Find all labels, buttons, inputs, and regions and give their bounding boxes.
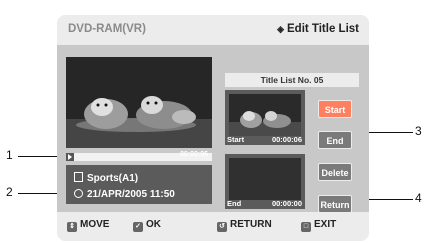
ok-hint: ✓ OK	[133, 219, 161, 232]
return-hint: ↺ RETURN	[217, 219, 272, 232]
date-time-row: 21/APR/2005 11:50	[74, 189, 175, 201]
clock-icon	[74, 189, 83, 198]
exit-label: EXIT	[314, 219, 337, 230]
title-info-box: Sports(A1) 21/APR/2005 11:50	[66, 165, 212, 204]
start-button[interactable]: Start	[318, 100, 352, 118]
return-button[interactable]: Return	[318, 195, 352, 213]
move-hint: ⇕ MOVE	[67, 219, 109, 232]
title-name-row: Sports(A1)	[74, 172, 138, 184]
callout-3: 3	[415, 124, 422, 138]
screen-body: 00:00:06 Sports(A1) 21/APR/2005 11:50 Ti…	[57, 45, 369, 213]
return-icon: ↺	[217, 222, 227, 232]
screen-title: ◈ Edit Title List	[277, 23, 359, 35]
callout-1: 1	[6, 148, 13, 162]
callout-4: 4	[415, 191, 422, 205]
disc-type-label: DVD-RAM(VR)	[68, 23, 146, 35]
title-list-number: Title List No. 05	[225, 73, 359, 87]
play-icon	[66, 153, 74, 161]
screen-header: DVD-RAM(VR) ◈ Edit Title List	[57, 15, 369, 45]
exit-hint: □ EXIT	[301, 219, 336, 232]
ok-label: OK	[146, 219, 161, 230]
otters-image	[66, 57, 212, 148]
end-thumbnail-box: End 00:00:00	[225, 154, 305, 209]
date-time: 21/APR/2005 11:50	[87, 189, 175, 200]
total-time: 00:00:06	[180, 151, 209, 158]
screen-title-text: Edit Title List	[287, 23, 359, 35]
title-name: Sports(A1)	[87, 173, 139, 184]
diamond-icon: ◈	[277, 24, 284, 34]
ok-icon: ✓	[133, 222, 143, 232]
end-time: 00:00:00	[271, 199, 302, 208]
start-thumbnail-box: Start 00:00:06	[225, 90, 305, 145]
otters-thumbnail	[229, 94, 301, 136]
move-arrows-icon: ⇕	[67, 222, 77, 232]
title-icon	[74, 172, 83, 182]
edit-title-list-screen: DVD-RAM(VR) ◈ Edit Title List 00:00:06 S…	[57, 15, 369, 241]
start-time: 00:00:06	[271, 135, 302, 144]
return-label: RETURN	[230, 219, 272, 230]
video-preview	[66, 57, 212, 148]
end-button[interactable]: End	[318, 131, 352, 149]
start-label: Start	[227, 135, 245, 144]
callout-2: 2	[6, 185, 13, 199]
end-thumbnail	[229, 158, 301, 200]
move-label: MOVE	[80, 219, 110, 230]
exit-icon: □	[301, 222, 311, 232]
delete-button[interactable]: Delete	[318, 163, 352, 181]
start-thumbnail	[229, 94, 301, 136]
end-label: End	[227, 199, 242, 208]
